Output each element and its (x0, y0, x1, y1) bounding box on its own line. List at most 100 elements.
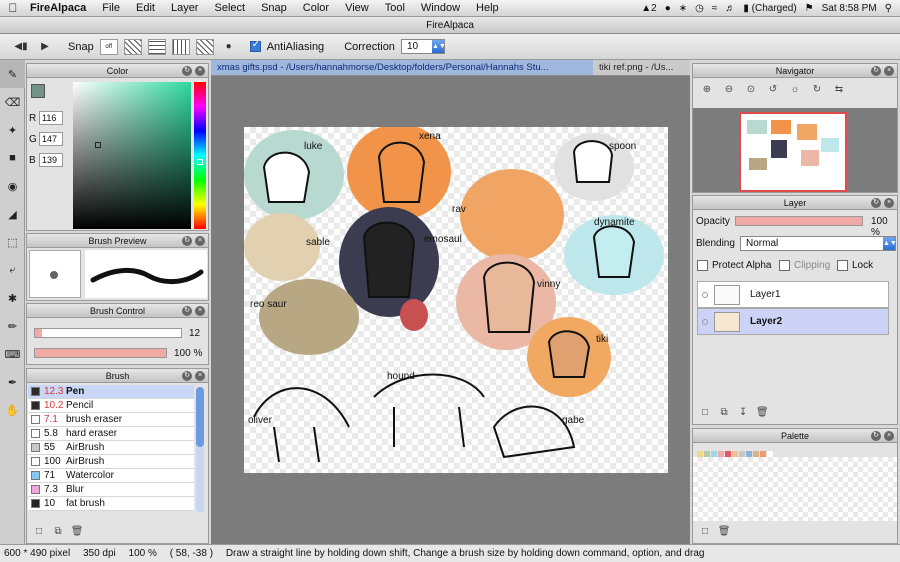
snap-radial-icon[interactable] (195, 38, 214, 55)
tab-tiki-ref[interactable]: tiki ref.png - /Us... (593, 60, 690, 75)
zoom-out-icon[interactable]: ⊖ (721, 84, 737, 95)
trash-icon[interactable]: 🗑 (754, 407, 770, 418)
hand-tool-icon[interactable]: ✋ (0, 396, 25, 424)
eyedropper-tool-icon[interactable]: ✒ (0, 368, 25, 396)
layer-row-layer2[interactable]: Layer2 (697, 308, 889, 335)
correction-select[interactable]: 10 ▲▼ (400, 39, 446, 54)
document-canvas[interactable]: luke xena spoon rav sable emosaul dynami… (244, 124, 668, 473)
trash-icon[interactable]: 🗑 (716, 526, 732, 537)
volume-icon[interactable]: ♬ (725, 3, 735, 14)
menu-view[interactable]: View (337, 2, 377, 14)
canvas-area[interactable]: luke xena spoon rav sable emosaul dynami… (211, 76, 690, 544)
tab-xmas-gifts[interactable]: xmas gifts.psd - /Users/hannahmorse/Desk… (211, 60, 593, 75)
adobe-icon[interactable]: ▲2 (641, 3, 656, 14)
rotate-left-icon[interactable]: ↺ (765, 84, 781, 95)
close-icon[interactable]: × (195, 66, 205, 76)
menu-file[interactable]: File (94, 2, 128, 14)
snap-cross-icon[interactable] (147, 38, 166, 55)
rotate-reset-icon[interactable]: ☼ (787, 84, 803, 95)
battery-icon[interactable]: ▮ (Charged) (743, 3, 796, 14)
palette-empty-area[interactable] (693, 457, 897, 521)
text-tool-icon[interactable]: ⌨ (0, 340, 25, 368)
trash-icon[interactable]: 🗑 (69, 526, 85, 537)
panel-menu-icon[interactable]: ↻ (871, 198, 881, 208)
panel-menu-icon[interactable]: ↻ (182, 306, 192, 316)
wifi-icon[interactable]: ≈ (712, 3, 718, 14)
panel-menu-icon[interactable]: ↻ (182, 66, 192, 76)
brush-item[interactable]: 100 AirBrush (28, 455, 194, 469)
menu-edit[interactable]: Edit (128, 2, 163, 14)
snap-off-button[interactable]: off (99, 38, 118, 55)
clock[interactable]: Sat 8:58 PM (822, 3, 877, 14)
add-color-icon[interactable]: □ (697, 526, 713, 537)
snap-parallel-icon[interactable] (123, 38, 142, 55)
r-input[interactable]: 116 (39, 111, 63, 125)
apple-icon[interactable]:  (0, 1, 26, 15)
brush-item[interactable]: 10 fat brush (28, 497, 194, 511)
fill-rect-tool-icon[interactable]: ■ (0, 144, 25, 172)
close-icon[interactable]: × (884, 198, 894, 208)
lock-checkbox[interactable]: Lock (837, 260, 873, 271)
menu-window[interactable]: Window (413, 2, 468, 14)
new-layer-icon[interactable]: □ (697, 407, 713, 418)
current-color-swatch[interactable] (31, 84, 45, 98)
menu-select[interactable]: Select (206, 2, 253, 14)
eye-icon[interactable] (702, 291, 708, 298)
spotify-icon[interactable]: ● (665, 3, 671, 14)
panel-menu-icon[interactable]: ↻ (871, 66, 881, 76)
duplicate-brush-icon[interactable]: ⧉ (50, 526, 66, 537)
merge-layer-icon[interactable]: ↧ (735, 407, 751, 418)
protect-alpha-checkbox[interactable]: Protect Alpha (697, 260, 771, 271)
menu-tool[interactable]: Tool (377, 2, 413, 14)
menu-color[interactable]: Color (295, 2, 337, 14)
eraser-tool-icon[interactable]: ⌫ (0, 88, 25, 116)
layer-opacity-slider[interactable] (735, 216, 863, 226)
color-picker-square[interactable] (73, 82, 191, 229)
panel-menu-icon[interactable]: ↻ (871, 431, 881, 441)
brush-size-slider[interactable] (34, 328, 182, 338)
eye-icon[interactable] (702, 318, 708, 325)
app-menu[interactable]: FireAlpaca (26, 2, 94, 14)
close-icon[interactable]: × (195, 236, 205, 246)
prev-icon[interactable]: ◀▮ (12, 39, 30, 55)
menu-snap[interactable]: Snap (253, 2, 295, 14)
brush-list-scrollbar[interactable] (196, 387, 204, 513)
magic-wand-tool-icon[interactable]: ✱ (0, 284, 25, 312)
antialias-checkbox[interactable] (249, 39, 261, 53)
flag-icon[interactable]: ⚑ (805, 3, 814, 14)
brush-item[interactable]: 10.2 Pencil (28, 399, 194, 413)
layer-row-layer1[interactable]: Layer1 (697, 281, 889, 308)
blending-select[interactable]: Normal ▲▼ (740, 236, 897, 251)
hue-slider[interactable] (194, 82, 206, 229)
brush-item[interactable]: 12.3 Pen (28, 385, 194, 399)
zoom-fit-icon[interactable]: ⊙ (743, 84, 759, 95)
select-tool-icon[interactable]: ⬚ (0, 228, 25, 256)
select-pen-tool-icon[interactable]: ✏ (0, 312, 25, 340)
b-input[interactable]: 139 (39, 153, 63, 167)
panel-menu-icon[interactable]: ↻ (182, 371, 192, 381)
menu-layer[interactable]: Layer (163, 2, 207, 14)
move-tool-icon[interactable]: ✦ (0, 116, 25, 144)
brush-item[interactable]: 55 AirBrush (28, 441, 194, 455)
timemachine-icon[interactable]: ◷ (695, 3, 704, 14)
panel-menu-icon[interactable]: ↻ (182, 236, 192, 246)
menu-help[interactable]: Help (468, 2, 507, 14)
brush-item[interactable]: 71 Watercolor (28, 469, 194, 483)
flip-icon[interactable]: ⇆ (831, 84, 847, 95)
close-icon[interactable]: × (195, 306, 205, 316)
new-brush-icon[interactable]: □ (31, 526, 47, 537)
gradient-tool-icon[interactable]: ◢ (0, 200, 25, 228)
rotate-right-icon[interactable]: ↻ (809, 84, 825, 95)
bucket-tool-icon[interactable]: ◉ (0, 172, 25, 200)
pen-tool-icon[interactable]: ✎ (0, 60, 25, 88)
brush-item[interactable]: 7.1 brush eraser (28, 413, 194, 427)
snap-dot-icon[interactable]: ● (220, 39, 238, 55)
brush-item[interactable]: 7.3 Blur (28, 483, 194, 497)
bluetooth-icon[interactable]: ∗ (679, 3, 687, 14)
close-icon[interactable]: × (195, 371, 205, 381)
zoom-in-icon[interactable]: ⊕ (699, 84, 715, 95)
next-icon[interactable]: ▶ (36, 39, 54, 55)
snap-vanish-icon[interactable] (171, 38, 190, 55)
clipping-checkbox[interactable]: Clipping (779, 260, 830, 271)
lasso-tool-icon[interactable]: ⤶ (0, 256, 25, 284)
